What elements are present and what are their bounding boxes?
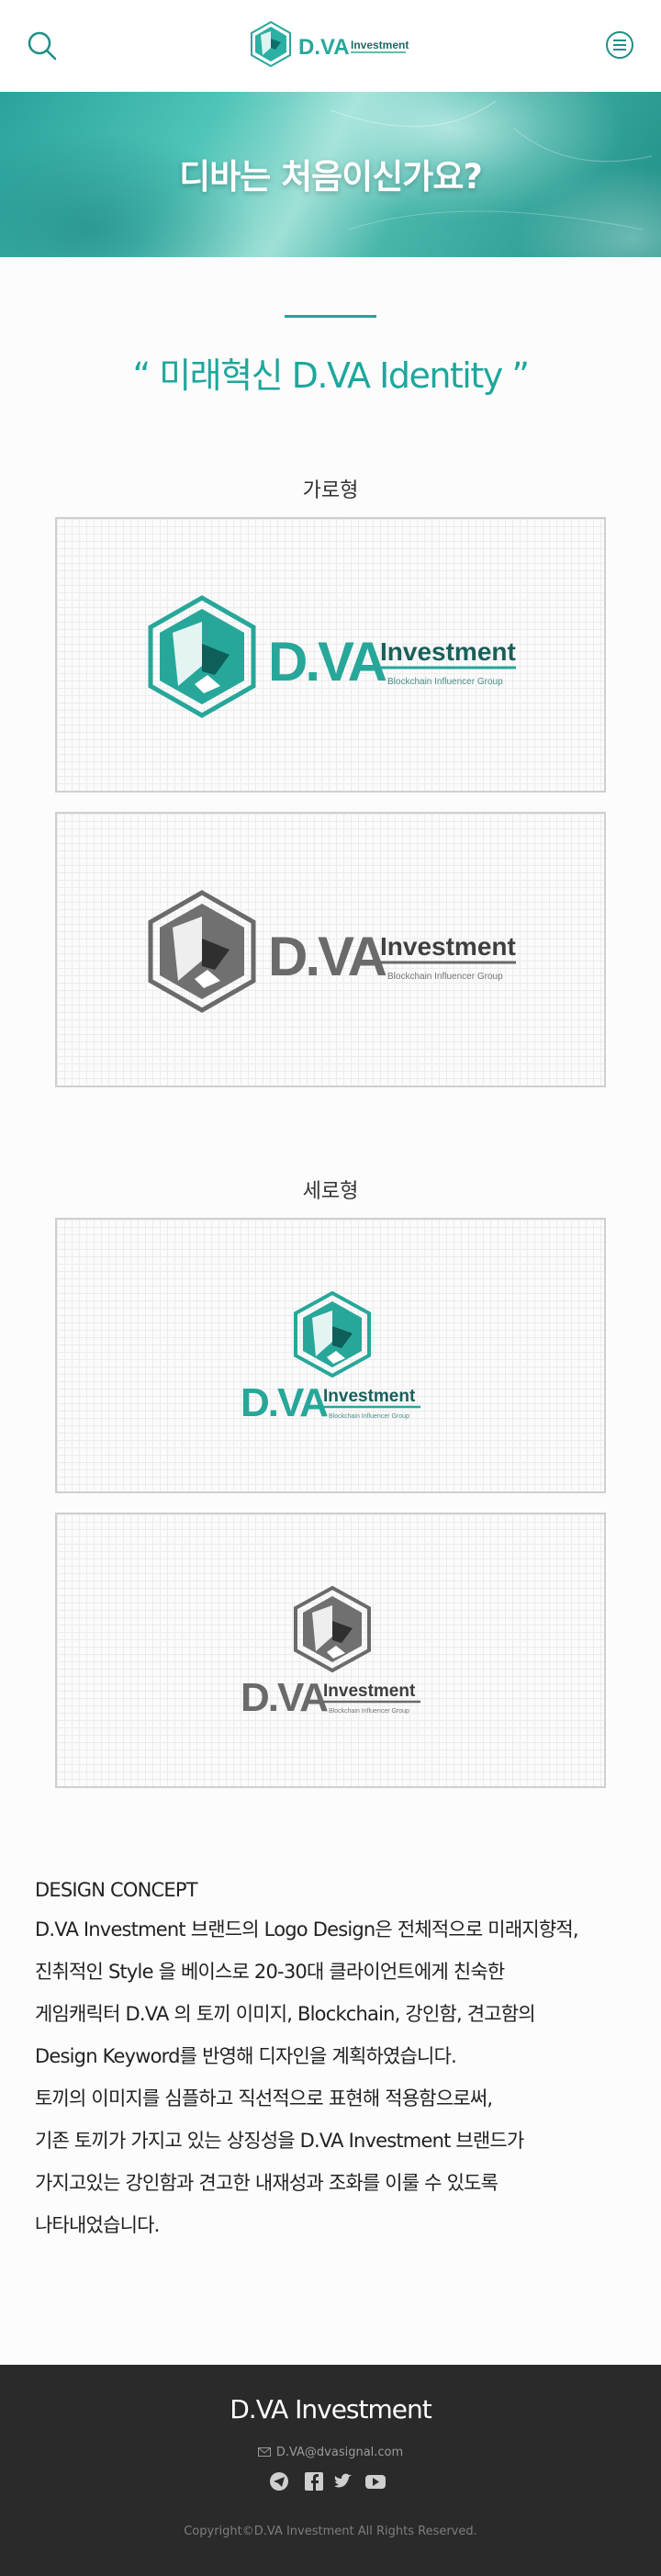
menu-button[interactable]: [604, 29, 635, 61]
design-concept-line: D.VA Investment 브랜드의 Logo Design은 전체적으로 …: [35, 1918, 579, 1940]
design-concept-section: DESIGN CONCEPT D.VA Investment 브랜드의 Logo…: [35, 1872, 632, 2246]
logo-brand-text: D.VA: [268, 631, 387, 692]
logo-word-text: Investment: [323, 1682, 416, 1701]
hero-title: 디바는 처음이신가요?: [179, 157, 483, 197]
design-concept-line: 기존 토끼가 가지고 있는 상징성을 D.VA Investment 브랜드가: [35, 2130, 524, 2152]
design-concept-title: DESIGN CONCEPT: [35, 1879, 198, 1901]
design-concept-line: 나타내었습니다.: [35, 2214, 160, 2236]
vertical-label: 세로형: [302, 1180, 359, 1203]
logo-vertical-color: D.VA Investment Blockchain Influencer Gr…: [241, 1290, 420, 1425]
facebook-icon[interactable]: [305, 2472, 323, 2491]
footer-email[interactable]: D.VA@dvasignal.com: [0, 2446, 661, 2459]
site-footer: D.VA Investment D.VA@dvasignal.com Copyr…: [0, 2365, 661, 2576]
logo-card-vertical-gray: D.VA Investment Blockchain Influencer Gr…: [55, 1513, 606, 1788]
logo-horizontal-gray: D.VA Investment Blockchain Influencer Gr…: [148, 890, 516, 1013]
logo-word-text: Investment: [380, 637, 516, 666]
youtube-icon[interactable]: [365, 2475, 386, 2489]
header-logo-word: Investment: [351, 39, 409, 51]
logo-card-horizontal-color: D.VA Investment Blockchain Influencer Gr…: [55, 517, 606, 793]
logo-card-horizontal-gray: D.VA Investment Blockchain Influencer Gr…: [55, 812, 606, 1087]
header-logo-brand: D.VA: [298, 35, 350, 60]
logo-tagline: Blockchain Influencer Group: [329, 1413, 409, 1420]
design-concept-line: 토끼의 이미지를 심플하고 직선적으로 표현해 적용함으로써,: [35, 2087, 493, 2109]
site-header: D.VA Investment: [0, 0, 661, 92]
logo-brand-text: D.VA: [241, 1675, 328, 1720]
logo-brand-text: D.VA: [241, 1380, 328, 1425]
logo-card-vertical-color: D.VA Investment Blockchain Influencer Gr…: [55, 1218, 606, 1493]
design-concept-line: 진취적인 Style 을 베이스로 20-30대 클라이언트에게 친숙한: [35, 1961, 505, 1983]
logo-vertical-gray: D.VA Investment Blockchain Influencer Gr…: [241, 1585, 420, 1720]
logo-word-text: Investment: [380, 932, 516, 961]
footer-social-links: [270, 2472, 386, 2491]
mail-icon: [257, 2447, 271, 2457]
horizontal-label: 가로형: [302, 479, 359, 502]
logo-brand-text: D.VA: [268, 926, 387, 987]
twitter-icon[interactable]: [334, 2473, 352, 2488]
footer-copyright: Copyright©D.VA Investment All Rights Res…: [184, 2525, 477, 2538]
logo-tagline: Blockchain Influencer Group: [329, 1708, 409, 1715]
design-concept-line: 가지고있는 강인함과 견고한 내재성과 조화를 이룰 수 있도록: [35, 2172, 499, 2194]
hero-banner: 디바는 처음이신가요?: [0, 92, 661, 257]
identity-heading: “ 미래혁신 D.VA Identity ”: [132, 355, 530, 396]
footer-email-text: D.VA@dvasignal.com: [275, 2446, 404, 2459]
design-concept-line: Design Keyword를 반영해 디자인을 계획하였습니다.: [35, 2045, 457, 2067]
design-concept-line: 게임캐릭터 D.VA 의 토끼 이미지, Blockchain, 강인함, 견고…: [35, 2003, 536, 2025]
header-logo[interactable]: D.VA Investment: [248, 18, 413, 73]
footer-brand: D.VA Investment: [230, 2394, 431, 2424]
menu-icon: [606, 31, 633, 59]
logo-word-text: Investment: [323, 1387, 416, 1406]
section-divider: [285, 315, 376, 318]
logo-tagline: Blockchain Influencer Group: [387, 972, 503, 982]
logo-horizontal-color: D.VA Investment Blockchain Influencer Gr…: [148, 595, 516, 718]
search-icon: [28, 31, 57, 61]
logo-tagline: Blockchain Influencer Group: [387, 677, 503, 687]
search-button[interactable]: [26, 29, 59, 62]
telegram-icon[interactable]: [270, 2472, 288, 2491]
